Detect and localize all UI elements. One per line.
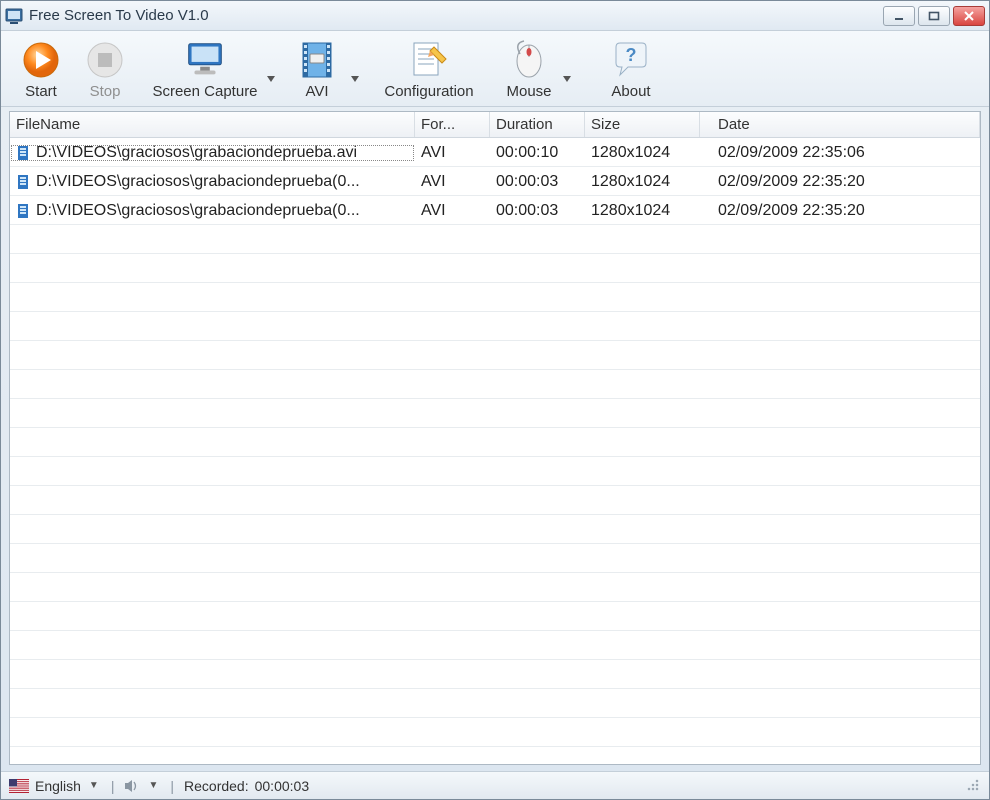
- cell-format: AVI: [415, 144, 490, 162]
- cell-date: 02/09/2009 22:35:06: [700, 144, 980, 162]
- speaker-dropdown-arrow[interactable]: ▼: [146, 780, 160, 791]
- status-separator: |: [166, 778, 178, 794]
- cell-filename: D:\VIDEOS\graciosos\grabaciondeprueba(0.…: [36, 202, 360, 220]
- col-header-date[interactable]: Date: [700, 112, 980, 137]
- configuration-button[interactable]: Configuration: [369, 37, 489, 102]
- list-header-row: FileName For... Duration Size Date: [10, 112, 980, 138]
- window-controls: [883, 6, 985, 26]
- cell-size: 1280x1024: [585, 202, 700, 220]
- mouse-button[interactable]: Mouse: [497, 37, 561, 102]
- close-button[interactable]: [953, 6, 985, 26]
- cell-duration: 00:00:03: [490, 202, 585, 220]
- language-selector[interactable]: English: [35, 778, 81, 794]
- cell-duration: 00:00:03: [490, 173, 585, 191]
- speaker-icon[interactable]: [124, 779, 140, 793]
- file-list: FileName For... Duration Size Date D:\VI…: [9, 111, 981, 765]
- minimize-button[interactable]: [883, 6, 915, 26]
- col-header-format[interactable]: For...: [415, 112, 490, 137]
- language-dropdown-arrow[interactable]: ▼: [87, 780, 101, 791]
- document-pencil-icon: [405, 39, 453, 81]
- start-button[interactable]: Start: [9, 37, 73, 102]
- col-header-duration[interactable]: Duration: [490, 112, 585, 137]
- cell-size: 1280x1024: [585, 144, 700, 162]
- list-body[interactable]: D:\VIDEOS\graciosos\grabaciondeprueba.av…: [10, 138, 980, 764]
- resize-gripper[interactable]: [967, 779, 981, 793]
- table-row[interactable]: D:\VIDEOS\graciosos\grabaciondeprueba(0.…: [10, 196, 980, 225]
- maximize-button[interactable]: [918, 6, 950, 26]
- col-header-size[interactable]: Size: [585, 112, 700, 137]
- screen-capture-dropdown[interactable]: [265, 56, 277, 102]
- cell-format: AVI: [415, 202, 490, 220]
- mouse-icon: [505, 39, 553, 81]
- screen-capture-button[interactable]: Screen Capture: [145, 37, 265, 102]
- statusbar: English ▼ | ▼ | Recorded: 00:00:03: [1, 771, 989, 799]
- table-row[interactable]: D:\VIDEOS\graciosos\grabaciondeprueba.av…: [10, 138, 980, 167]
- play-icon: [17, 39, 65, 81]
- cell-date: 02/09/2009 22:35:20: [700, 202, 980, 220]
- avi-dropdown[interactable]: [349, 56, 361, 102]
- monitor-icon: [181, 39, 229, 81]
- mouse-dropdown[interactable]: [561, 56, 573, 102]
- about-button[interactable]: ? About: [599, 37, 663, 102]
- cell-date: 02/09/2009 22:35:20: [700, 173, 980, 191]
- recorded-label: Recorded:: [184, 778, 249, 794]
- cell-filename: D:\VIDEOS\graciosos\grabaciondeprueba.av…: [36, 144, 357, 162]
- avi-button[interactable]: AVI: [285, 37, 349, 102]
- recorded-time: 00:00:03: [255, 778, 310, 794]
- col-header-filename[interactable]: FileName: [10, 112, 415, 137]
- video-file-icon: [16, 145, 32, 161]
- toolbar: Start Stop: [1, 31, 989, 107]
- video-file-icon: [16, 203, 32, 219]
- svg-text:?: ?: [626, 45, 637, 65]
- stop-button[interactable]: Stop: [73, 37, 137, 102]
- window-title: Free Screen To Video V1.0: [29, 7, 883, 24]
- stop-icon: [81, 39, 129, 81]
- cell-size: 1280x1024: [585, 173, 700, 191]
- cell-filename: D:\VIDEOS\graciosos\grabaciondeprueba(0.…: [36, 173, 360, 191]
- cell-format: AVI: [415, 173, 490, 191]
- film-icon: [293, 39, 341, 81]
- status-separator: |: [107, 778, 119, 794]
- app-icon: [5, 7, 23, 25]
- video-file-icon: [16, 174, 32, 190]
- cell-duration: 00:00:10: [490, 144, 585, 162]
- flag-icon: [9, 779, 29, 793]
- question-icon: ?: [607, 39, 655, 81]
- window-root: Free Screen To Video V1.0: [0, 0, 990, 800]
- titlebar: Free Screen To Video V1.0: [1, 1, 989, 31]
- table-row[interactable]: D:\VIDEOS\graciosos\grabaciondeprueba(0.…: [10, 167, 980, 196]
